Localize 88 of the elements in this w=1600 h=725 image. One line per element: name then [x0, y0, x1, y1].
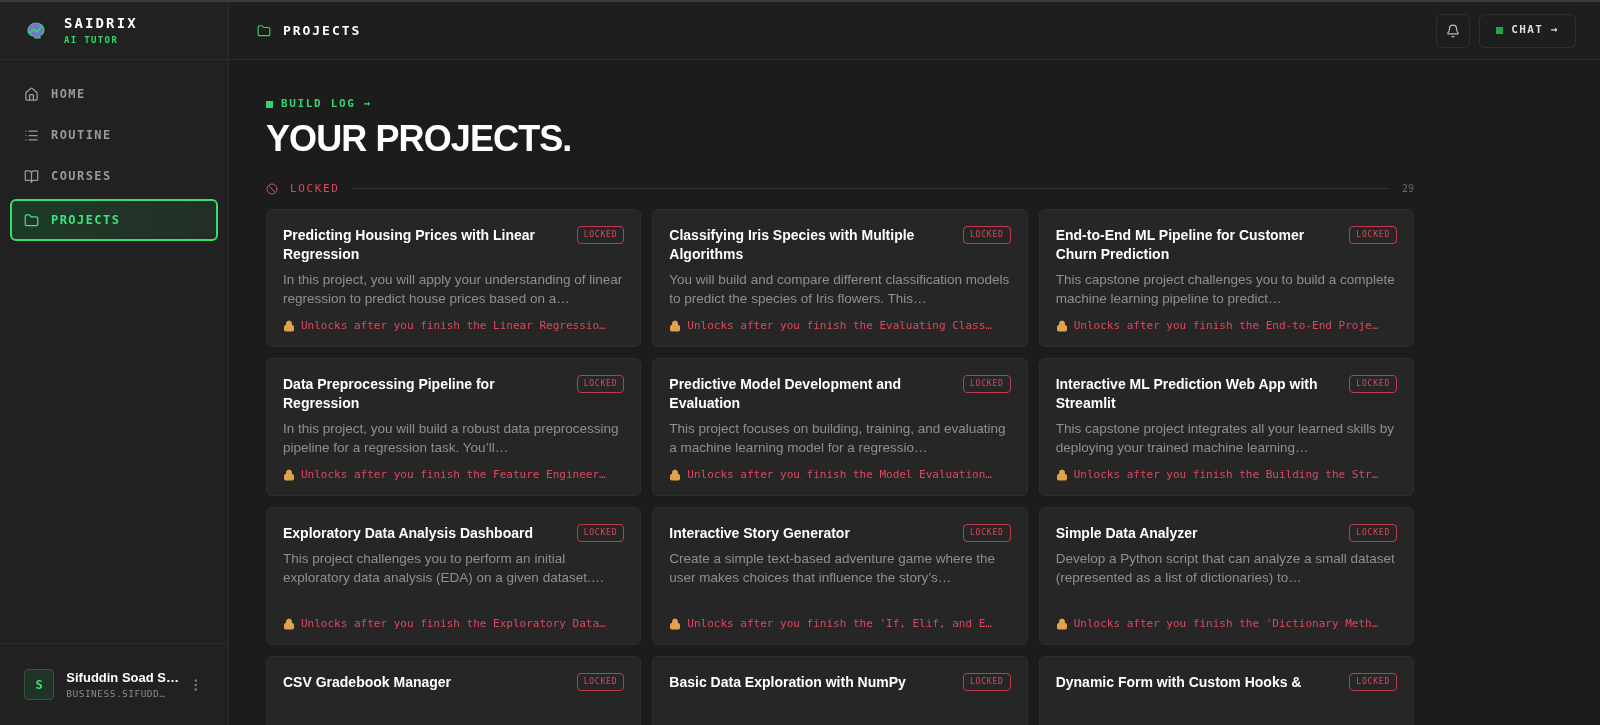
project-description: Create a simple text-based adventure game where the user makes choices that influence the story’s…	[669, 550, 996, 587]
project-title: Classifying Iris Species with Multiple Algorithms	[669, 226, 916, 264]
unlock-requirement: Unlocks after you finish the Building the Str…	[1073, 466, 1379, 483]
book-icon	[24, 168, 39, 184]
project-description: In this project, you will apply your understanding of linear regression to predict house prices based on a…	[283, 271, 624, 308]
eyebrow-label: BUILD LOG →	[281, 96, 372, 112]
bell-icon	[1446, 23, 1461, 38]
bullet-square-icon	[266, 100, 273, 108]
locked-badge: LOCKED	[576, 524, 625, 542]
project-title: Predicting Housing Prices with Linear Regression	[283, 226, 537, 264]
unlock-requirement: Unlocks after you finish the Exploratory Data…	[301, 615, 606, 632]
locked-badge: LOCKED	[962, 375, 1011, 393]
unlock-requirement: Unlocks after you finish the Feature Engineer…	[301, 466, 606, 483]
list-icon	[24, 127, 39, 143]
unlock-requirement: Unlocks after you finish the Evaluating Class…	[687, 317, 992, 334]
project-card[interactable]: Data Preprocessing Pipeline for Regression LOCKED In this project, you will build a robust data preprocessing pipeline for a regression task. You’ll… Unlocks after you finish the Feature Engineer…	[266, 358, 642, 496]
locked-badge: LOCKED	[962, 226, 1011, 244]
project-card[interactable]: Interactive Story Generator LOCKED Create a simple text-based adventure game where the user makes choices that influence the story’s… Unlocks after you finish the 'If, Elif, and E…	[652, 507, 1028, 645]
chat-button[interactable]: CHAT →	[1479, 13, 1576, 48]
unlock-requirement: Unlocks after you finish the Model Evaluation…	[687, 466, 992, 483]
locked-badge: LOCKED	[576, 226, 625, 244]
project-card[interactable]	[1038, 358, 1414, 496]
user-avatar: S	[24, 669, 55, 700]
project-card[interactable]: Dynamic Form with Custom Hooks & LOCKED	[1038, 656, 1414, 725]
brand-name: SAIDRIX	[64, 14, 138, 34]
project-title: Simple Data Analyzer	[1055, 524, 1198, 543]
unlock-requirement: Unlocks after you finish the Linear Regressio…	[301, 317, 606, 334]
lock-icon	[669, 468, 682, 481]
user-email: BUSINESS.SIFUDD…	[66, 687, 167, 702]
nav-item[interactable]: COURSES	[10, 158, 218, 194]
project-title: Data Preprocessing Pipeline for Regression	[283, 375, 496, 413]
locked-badge: LOCKED	[962, 673, 1011, 691]
project-description: In this project, you will build a robust data preprocessing pipeline for a regression task. You’ll…	[283, 420, 620, 457]
brand-tagline: AI TUTOR	[64, 34, 120, 48]
blocked-icon	[266, 182, 278, 195]
lock-icon	[1055, 617, 1068, 630]
nav-item[interactable]: HOME	[10, 76, 218, 112]
locked-badge: LOCKED	[576, 673, 625, 691]
unlock-requirement: Unlocks after you finish the 'Dictionary Meth…	[1073, 615, 1379, 632]
project-card[interactable]	[652, 209, 1028, 347]
locked-badge: LOCKED	[1349, 673, 1397, 691]
nav-item[interactable]: PROJECTS	[10, 199, 218, 241]
project-title: End-to-End ML Pipeline for Customer Churn Prediction	[1055, 226, 1306, 264]
page-header-title: PROJECTS	[283, 21, 362, 40]
project-description: This capstone project integrates all your learned skills by deploying your trained machine learning…	[1055, 420, 1396, 457]
locked-badge: LOCKED	[576, 375, 625, 393]
unlock-requirement: Unlocks after you finish the End-to-End Proje…	[1073, 317, 1379, 334]
project-description: This capstone project challenges you to build a complete machine learning pipeline to predict…	[1055, 271, 1396, 308]
lock-icon	[669, 319, 682, 332]
lock-icon	[283, 617, 295, 630]
project-card[interactable]: Basic Data Exploration with NumPy LOCKED	[652, 656, 1028, 725]
page-title: YOUR PROJECTS.	[266, 116, 573, 161]
user-name: Sifuddin Soad S…	[66, 668, 177, 687]
lock-icon	[669, 617, 682, 630]
project-description: This project challenges you to perform an initial exploratory data analysis (EDA) on a given dataset.…	[283, 550, 606, 587]
section-label: LOCKED	[290, 180, 340, 197]
lock-icon	[283, 468, 295, 481]
home-icon	[24, 86, 39, 102]
lock-icon	[1055, 468, 1068, 481]
locked-badge: LOCKED	[1349, 226, 1397, 244]
project-title: Basic Data Exploration with NumPy	[669, 673, 906, 692]
project-card[interactable]: CSV Gradebook Manager LOCKED	[266, 656, 642, 725]
project-title: Exploratory Data Analysis Dashboard	[283, 524, 533, 543]
folder-icon	[257, 23, 271, 38]
project-description: This project focuses on building, training, and evaluating a machine learning model for a regressio…	[669, 420, 1007, 457]
project-description: Develop a Python script that can analyze a small dataset (represented as a list of dictionaries) to…	[1055, 550, 1396, 587]
project-title: Interactive ML Prediction Web App with Streamlit	[1055, 375, 1319, 413]
project-title: Interactive Story Generator	[669, 524, 850, 543]
project-title: CSV Gradebook Manager	[283, 673, 452, 692]
project-card[interactable]: Exploratory Data Analysis Dashboard LOCKED This project challenges you to perform an initial exploratory data analysis (EDA) on a given dataset.… Unlocks after you finish the Exploratory Data…	[266, 507, 642, 645]
project-card[interactable]	[1038, 209, 1414, 347]
project-title: Dynamic Form with Custom Hooks &	[1055, 673, 1302, 692]
project-card[interactable]	[266, 209, 642, 347]
project-card[interactable]: Predictive Model Development and Evaluation LOCKED This project focuses on building, training, and evaluating a machine learning model for a regressio… Unlocks after you finish the Model Evaluation…	[652, 358, 1028, 496]
unlock-requirement: Unlocks after you finish the 'If, Elif, and E…	[687, 615, 992, 632]
lock-icon	[283, 319, 295, 332]
locked-badge: LOCKED	[1349, 375, 1397, 393]
project-description: You will build and compare different classification models to predict the species of Iris flowers. This…	[669, 271, 1011, 308]
folder-icon	[24, 212, 39, 228]
status-square-icon	[1496, 27, 1504, 34]
locked-badge: LOCKED	[1349, 524, 1397, 542]
project-card[interactable]: Simple Data Analyzer LOCKED Develop a Python script that can analyze a small dataset (represented as a list of dictionaries) to… Unlocks after you finish the 'Dictionary Meth…	[1038, 507, 1414, 645]
project-title: Predictive Model Development and Evaluation	[669, 375, 903, 413]
lock-icon	[1055, 319, 1068, 332]
locked-badge: LOCKED	[962, 524, 1011, 542]
nav-item[interactable]: ROUTINE	[10, 117, 218, 153]
project-count: 29	[1401, 182, 1414, 197]
notifications-button[interactable]	[1436, 13, 1471, 48]
